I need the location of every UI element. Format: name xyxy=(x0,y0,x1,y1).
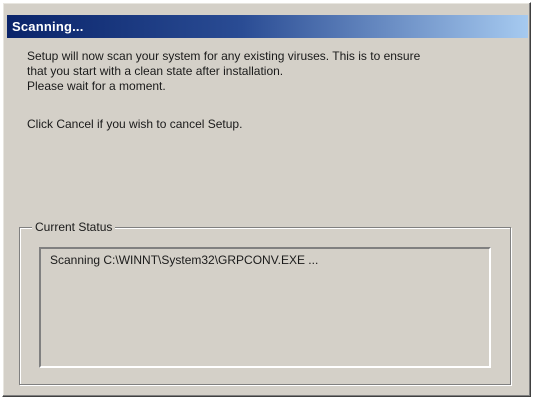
message-line-3: Please wait for a moment. xyxy=(27,79,166,93)
message-line-4: Click Cancel if you wish to cancel Setup… xyxy=(27,117,243,131)
message-area: Setup will now scan your system for any … xyxy=(27,49,517,132)
status-text-box: Scanning C:\WINNT\System32\GRPCONV.EXE .… xyxy=(39,247,491,368)
setup-dialog-window: Scanning... Setup will now scan your sys… xyxy=(2,2,531,397)
message-line-1: Setup will now scan your system for any … xyxy=(27,49,421,63)
status-text: Scanning C:\WINNT\System32\GRPCONV.EXE .… xyxy=(50,253,319,267)
message-line-2: that you start with a clean state after … xyxy=(27,64,284,78)
current-status-label: Current Status xyxy=(32,220,116,235)
window-title: Scanning... xyxy=(12,19,84,34)
title-bar[interactable]: Scanning... xyxy=(7,15,528,38)
current-status-group: Current Status Scanning C:\WINNT\System3… xyxy=(19,220,511,385)
